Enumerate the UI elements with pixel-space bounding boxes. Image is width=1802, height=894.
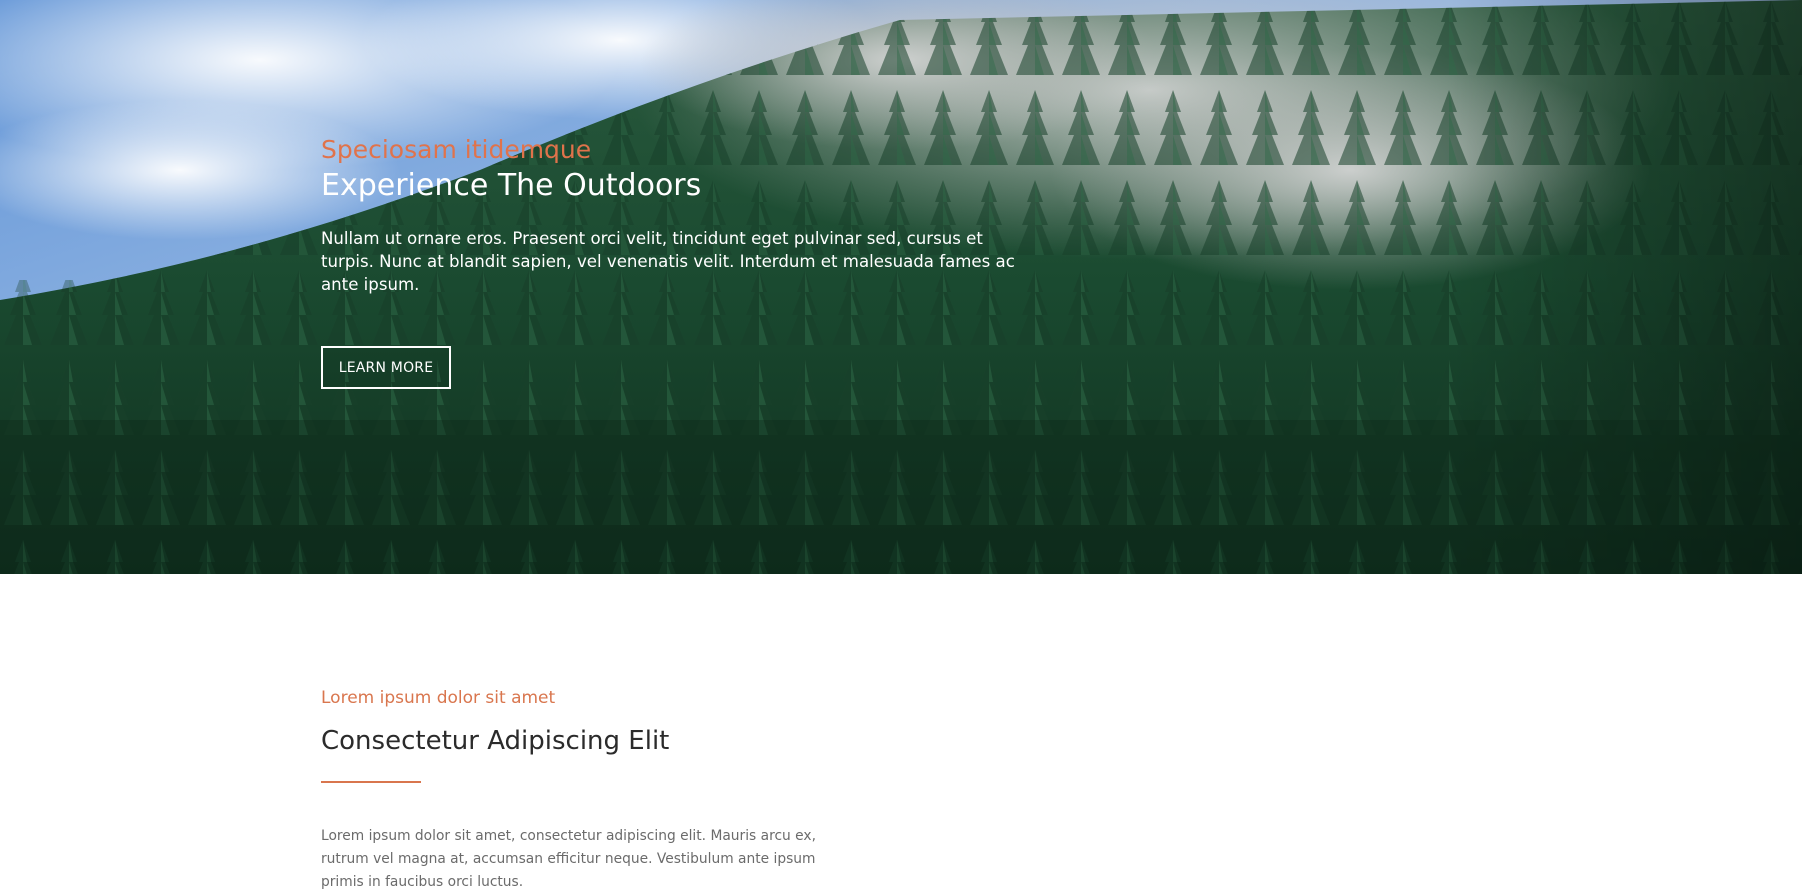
intro-title: Consectetur Adipiscing Elit: [321, 726, 670, 756]
hero-title: Experience The Outdoors: [321, 168, 702, 203]
hero-eyebrow: Speciosam itidemque: [321, 135, 592, 164]
hero-section: Speciosam itidemque Experience The Outdo…: [0, 0, 1802, 574]
hero-content: Speciosam itidemque Experience The Outdo…: [321, 133, 1041, 296]
intro-eyebrow: Lorem ipsum dolor sit amet: [321, 688, 556, 708]
intro-divider: [321, 781, 421, 783]
intro-section: Lorem ipsum dolor sit amet Consectetur A…: [321, 686, 881, 894]
intro-paragraph: Lorem ipsum dolor sit amet, consectetur …: [321, 828, 816, 890]
hero-description: Nullam ut ornare eros. Praesent orci vel…: [321, 229, 1015, 294]
learn-more-button[interactable]: LEARN MORE: [321, 346, 451, 389]
